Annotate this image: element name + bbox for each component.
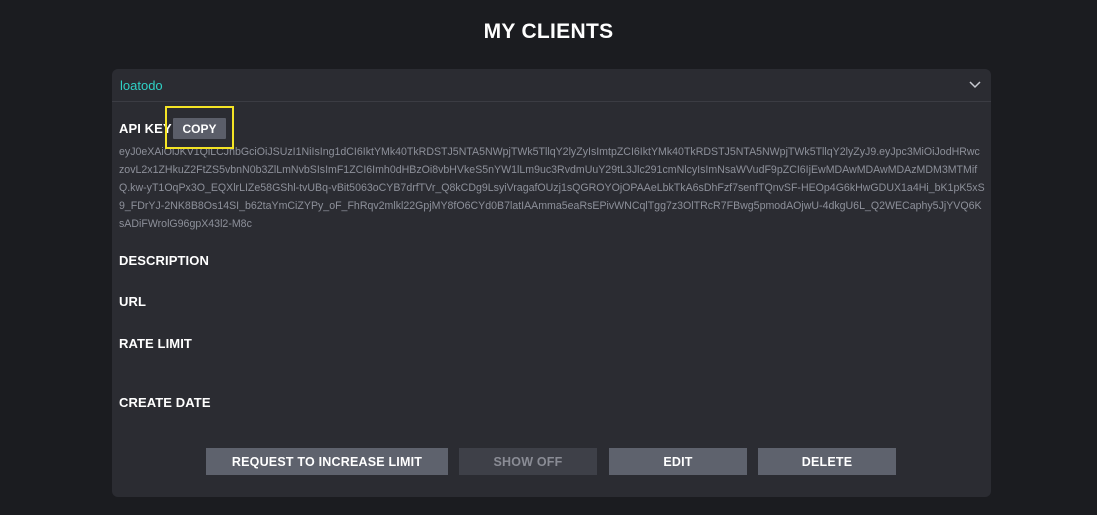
api-key-label: API KEY [119,121,172,136]
copy-button[interactable]: COPY [173,118,226,139]
client-name: loatodo [120,77,163,93]
request-increase-limit-button[interactable]: REQUEST TO INCREASE LIMIT [206,448,448,475]
client-card: loatodo API KEY eyJ0eXAiOiJKV1QiLCJhbGci… [112,69,991,497]
description-label: DESCRIPTION [119,253,209,268]
chevron-down-icon[interactable] [968,78,982,92]
client-card-header[interactable]: loatodo [112,69,991,102]
url-label: URL [119,294,147,309]
delete-button[interactable]: DELETE [758,448,896,475]
action-bar: REQUEST TO INCREASE LIMIT SHOW OFF EDIT … [112,448,991,475]
show-off-button[interactable]: SHOW OFF [459,448,597,475]
rate-limit-label: RATE LIMIT [119,336,192,351]
page-title: MY CLIENTS [483,20,614,43]
api-key-value: eyJ0eXAiOiJKV1QiLCJhbGciOiJSUzI1NiIsIng1… [119,146,985,230]
create-date-label: CREATE DATE [119,395,211,410]
edit-button[interactable]: EDIT [609,448,747,475]
